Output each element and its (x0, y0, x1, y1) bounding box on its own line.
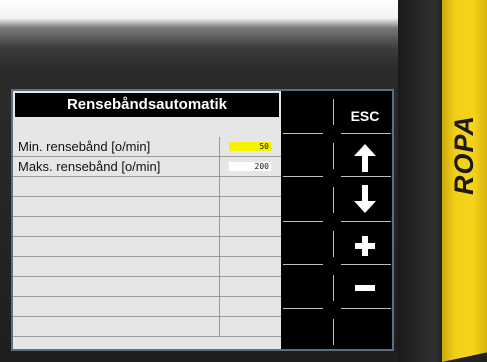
plus-button[interactable] (281, 227, 392, 263)
settings-row-empty (13, 277, 281, 297)
softkey-divider (341, 264, 391, 265)
down-button[interactable] (281, 183, 392, 219)
column-divider (219, 177, 220, 197)
softkey-divider (283, 176, 323, 177)
softkey-divider (283, 264, 323, 265)
min-speed-value[interactable]: 50 (229, 142, 271, 151)
row-label: Maks. rensebånd [o/min] (18, 159, 161, 174)
column-divider (219, 257, 220, 277)
softkey-divider (283, 133, 323, 134)
page-title: Rensebåndsautomatik (15, 93, 279, 117)
settings-row-empty (13, 297, 281, 317)
column-divider (219, 317, 220, 337)
arrow-down-icon (354, 185, 376, 213)
softkey-divider (341, 133, 391, 134)
brand-logo: ROPA (449, 114, 479, 195)
row-label: Min. rensebånd [o/min] (18, 139, 151, 154)
esc-label: ESC (350, 108, 380, 124)
settings-row-empty (13, 197, 281, 217)
esc-button[interactable]: ESC (281, 99, 392, 133)
minus-icon (355, 285, 375, 291)
softkey-divider (283, 308, 323, 309)
settings-row-empty (13, 217, 281, 237)
column-divider (219, 297, 220, 317)
settings-row-empty (13, 177, 281, 197)
column-divider (219, 237, 220, 257)
terminal-screen: Rensebåndsautomatik Min. rensebånd [o/mi… (11, 89, 394, 351)
up-button[interactable] (281, 139, 392, 175)
settings-row-empty (13, 257, 281, 277)
column-divider (219, 157, 220, 177)
settings-row-empty (13, 237, 281, 257)
column-divider (219, 277, 220, 297)
minus-button[interactable] (281, 271, 392, 307)
softkey-divider (341, 221, 391, 222)
softkey-divider (283, 221, 323, 222)
softkey-divider (333, 319, 334, 345)
settings-panel: Rensebåndsautomatik Min. rensebånd [o/mi… (13, 91, 281, 349)
settings-row-empty (13, 317, 281, 337)
plus-icon (355, 236, 375, 256)
settings-row-min-speed[interactable]: Min. rensebånd [o/min] 50 (13, 137, 281, 157)
softkey-column: ESC (281, 91, 392, 349)
settings-row-max-speed[interactable]: Maks. rensebånd [o/min] 200 (13, 157, 281, 177)
softkey-divider (341, 308, 391, 309)
column-divider (219, 197, 220, 217)
max-speed-value[interactable]: 200 (229, 162, 271, 171)
softkey-divider (341, 176, 391, 177)
column-divider (219, 137, 220, 157)
column-divider (219, 217, 220, 237)
arrow-up-icon (354, 144, 376, 172)
